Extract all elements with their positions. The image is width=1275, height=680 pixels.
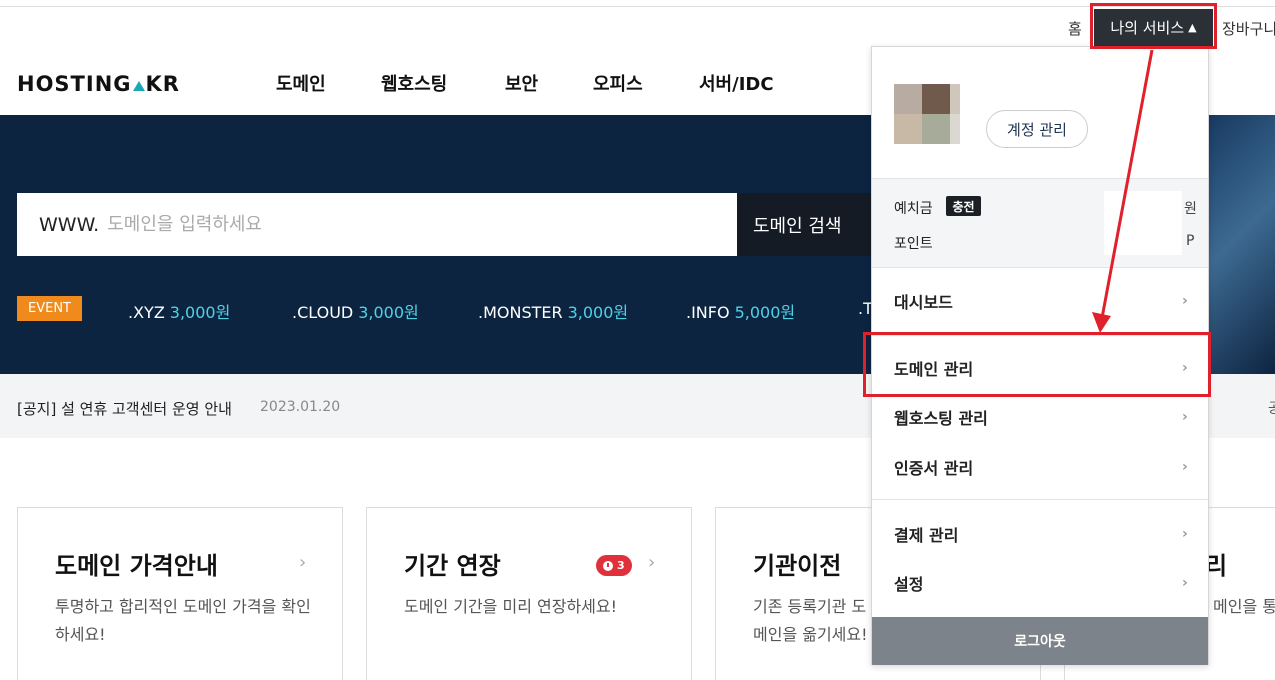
www-prefix: WWW.	[39, 213, 100, 236]
menu-webhosting-manage[interactable]: 웹호스팅 관리 ›	[872, 393, 1208, 441]
promo-item[interactable]: .XYZ 3,000원	[128, 299, 230, 323]
menu-label: 인증서 관리	[894, 459, 974, 478]
menu-label: 결제 관리	[894, 526, 959, 545]
promo-item[interactable]: .MONSTER 3,000원	[478, 299, 628, 323]
chevron-right-icon: ›	[1182, 575, 1188, 591]
menu-payment-manage[interactable]: 결제 관리 ›	[872, 510, 1208, 558]
domain-search-box: WWW.	[17, 193, 737, 256]
balance-value-mask	[1104, 191, 1182, 255]
menu-divider	[872, 499, 1208, 500]
promo-name: .MONSTER	[478, 303, 563, 322]
domain-search-input[interactable]	[107, 214, 708, 235]
promo-item[interactable]: .INFO 5,000원	[686, 299, 795, 323]
logout-button[interactable]: 로그아웃	[872, 617, 1208, 665]
balance-area: 예치금 충전 포인트 원 P	[872, 178, 1208, 268]
card-domain-price[interactable]: 도메인 가격안내 › 투명하고 합리적인 도메인 가격을 확인하세요!	[17, 507, 343, 680]
avatar	[894, 84, 960, 144]
nav-server-idc[interactable]: 서버/IDC	[699, 70, 774, 96]
card-title: 도메인 가격안내	[55, 552, 218, 580]
logo-text-right: KR	[145, 72, 180, 96]
nav-domain[interactable]: 도메인	[276, 70, 326, 96]
card-desc: 투명하고 합리적인 도메인 가격을 확인하세요!	[55, 597, 311, 644]
menu-dashboard[interactable]: 대시보드 ›	[872, 277, 1208, 325]
menu-label: 웹호스팅 관리	[894, 409, 988, 428]
logo-triangle-icon	[132, 81, 145, 91]
nav-webhosting[interactable]: 웹호스팅	[381, 70, 447, 96]
chevron-right-icon: ›	[1182, 409, 1188, 425]
menu-label: 설정	[894, 575, 924, 594]
chevron-right-icon: ›	[648, 552, 656, 573]
event-badge: EVENT	[17, 296, 82, 321]
chevron-right-icon: ›	[1182, 293, 1188, 309]
charge-button[interactable]: 충전	[946, 196, 981, 216]
promo-price: 3,000원	[169, 303, 231, 322]
badge-count: 3	[617, 559, 625, 572]
card-title: 기간 연장	[404, 552, 501, 580]
promo-price: 5,000원	[734, 303, 796, 322]
promo-price: 3,000원	[567, 303, 629, 322]
promo-name: .CLOUD	[292, 303, 354, 322]
promo-name: .INFO	[686, 303, 730, 322]
site-logo[interactable]: HOSTING KR	[17, 72, 180, 96]
cart-link[interactable]: 장바구니	[1222, 18, 1275, 39]
notice-date: 2023.01.20	[260, 399, 341, 415]
account-manage-button[interactable]: 계정 관리	[986, 110, 1088, 148]
deposit-unit: 원	[1184, 201, 1197, 217]
home-link[interactable]: 홈	[1068, 18, 1082, 39]
promo-item[interactable]: .CLOUD 3,000원	[292, 299, 419, 323]
nav-office[interactable]: 오피스	[593, 70, 643, 96]
card-desc: 도메인 기간을 미리 연장하세요!	[404, 597, 618, 616]
chevron-right-icon: ›	[1182, 459, 1188, 475]
menu-settings[interactable]: 설정 ›	[872, 559, 1208, 607]
menu-label: 대시보드	[894, 293, 953, 312]
card-desc: 기존 등록기관 도메인을 옮기세요!	[753, 597, 868, 644]
domain-search-button[interactable]: 도메인 검색	[737, 193, 877, 256]
highlight-my-service	[1090, 3, 1217, 49]
top-border	[0, 6, 1275, 7]
chevron-right-icon: ›	[299, 552, 307, 573]
promo-price: 3,000원	[358, 303, 419, 322]
clock-icon	[603, 560, 613, 571]
point-unit: P	[1186, 233, 1195, 249]
point-label: 포인트	[894, 236, 933, 252]
chevron-right-icon: ›	[1182, 526, 1188, 542]
notice-link[interactable]: [공지] 설 연휴 고객센터 운영 안내	[17, 398, 232, 419]
card-title: 기관이전	[753, 552, 842, 580]
promo-name: .XYZ	[128, 303, 165, 322]
nav-security[interactable]: 보안	[505, 70, 538, 96]
card-renewal[interactable]: 기간 연장 3 › 도메인 기간을 미리 연장하세요!	[366, 507, 692, 680]
notice-more-link[interactable]: 공	[1268, 398, 1275, 418]
deposit-label: 예치금	[894, 201, 933, 217]
renewal-count-badge: 3	[596, 555, 632, 576]
highlight-domain-manage	[863, 332, 1211, 397]
card-desc: 메인을 통	[1213, 597, 1275, 616]
logo-text-left: HOSTING	[17, 72, 132, 96]
menu-certificate-manage[interactable]: 인증서 관리 ›	[872, 443, 1208, 491]
